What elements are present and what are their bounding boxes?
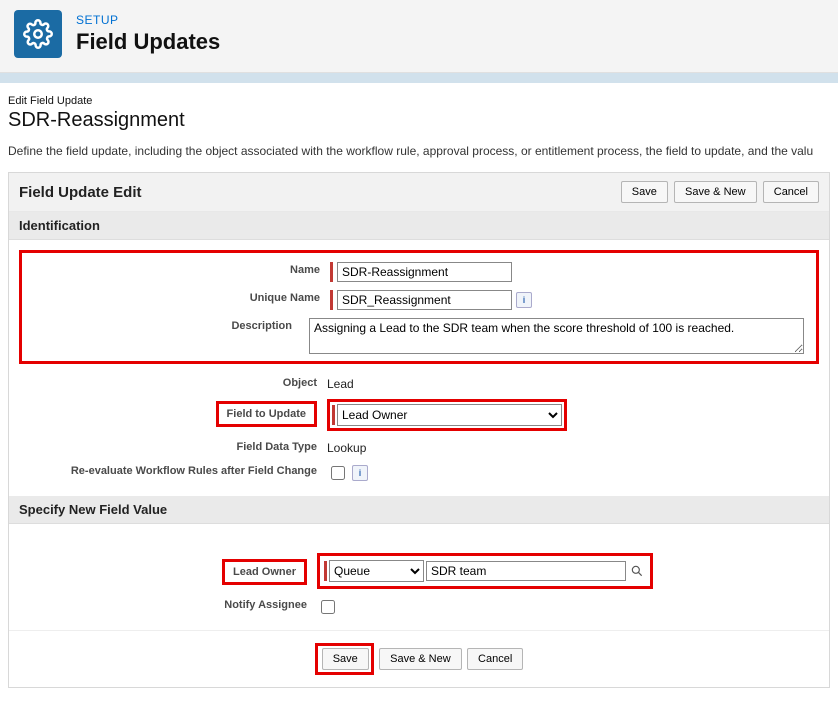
page-description: Define the field update, including the o…	[8, 144, 830, 158]
description-label: Description	[34, 316, 302, 332]
gear-icon	[14, 10, 62, 58]
decorative-strip	[0, 73, 838, 83]
field-data-type-label: Field Data Type	[17, 437, 327, 453]
info-icon[interactable]: i	[516, 292, 532, 308]
cancel-button-bottom[interactable]: Cancel	[467, 648, 523, 670]
panel-title: Field Update Edit	[19, 184, 142, 201]
required-indicator	[330, 262, 333, 282]
save-button-bottom[interactable]: Save	[322, 648, 369, 670]
save-new-button-top[interactable]: Save & New	[674, 181, 757, 203]
save-button-highlight: Save	[315, 643, 374, 675]
owner-value-input[interactable]	[426, 561, 626, 581]
identification-highlight: Name Unique Name i Description	[19, 250, 819, 364]
edit-label: Edit Field Update	[8, 95, 830, 107]
field-to-update-select[interactable]: Lead Owner	[337, 404, 562, 426]
name-input[interactable]	[337, 262, 512, 282]
bottom-button-row: Save Save & New Cancel	[9, 630, 829, 687]
required-indicator	[324, 561, 327, 581]
notify-assignee-label: Notify Assignee	[17, 595, 317, 611]
object-label: Object	[17, 373, 327, 389]
page-title: Field Updates	[76, 29, 220, 55]
top-button-row: Save Save & New Cancel	[619, 181, 819, 203]
new-field-value-section-title: Specify New Field Value	[9, 496, 829, 524]
save-new-button-bottom[interactable]: Save & New	[379, 648, 462, 670]
description-textarea[interactable]	[309, 318, 804, 354]
lead-owner-highlight: Queue	[317, 553, 653, 589]
setup-header: SETUP Field Updates	[0, 0, 838, 73]
cancel-button-top[interactable]: Cancel	[763, 181, 819, 203]
info-icon[interactable]: i	[352, 465, 368, 481]
field-data-type-value: Lookup	[327, 437, 821, 455]
breadcrumb[interactable]: SETUP	[76, 13, 220, 27]
lead-owner-label: Lead Owner	[17, 551, 317, 585]
notify-assignee-checkbox[interactable]	[321, 600, 335, 614]
field-to-update-highlight: Lead Owner	[327, 399, 567, 431]
object-value: Lead	[327, 373, 821, 391]
record-name: SDR-Reassignment	[8, 109, 830, 132]
unique-name-input[interactable]	[337, 290, 512, 310]
required-indicator	[330, 290, 333, 310]
name-label: Name	[34, 260, 330, 276]
required-indicator	[332, 405, 335, 425]
unique-name-label: Unique Name	[34, 288, 330, 304]
field-update-edit-panel: Field Update Edit Save Save & New Cancel…	[8, 172, 830, 688]
lookup-icon[interactable]	[628, 562, 646, 580]
owner-type-select[interactable]: Queue	[329, 560, 424, 582]
field-to-update-label: Field to Update	[17, 397, 327, 427]
identification-section-title: Identification	[9, 212, 829, 240]
reevaluate-checkbox[interactable]	[331, 466, 345, 480]
reevaluate-label: Re-evaluate Workflow Rules after Field C…	[17, 461, 327, 477]
save-button-top[interactable]: Save	[621, 181, 668, 203]
